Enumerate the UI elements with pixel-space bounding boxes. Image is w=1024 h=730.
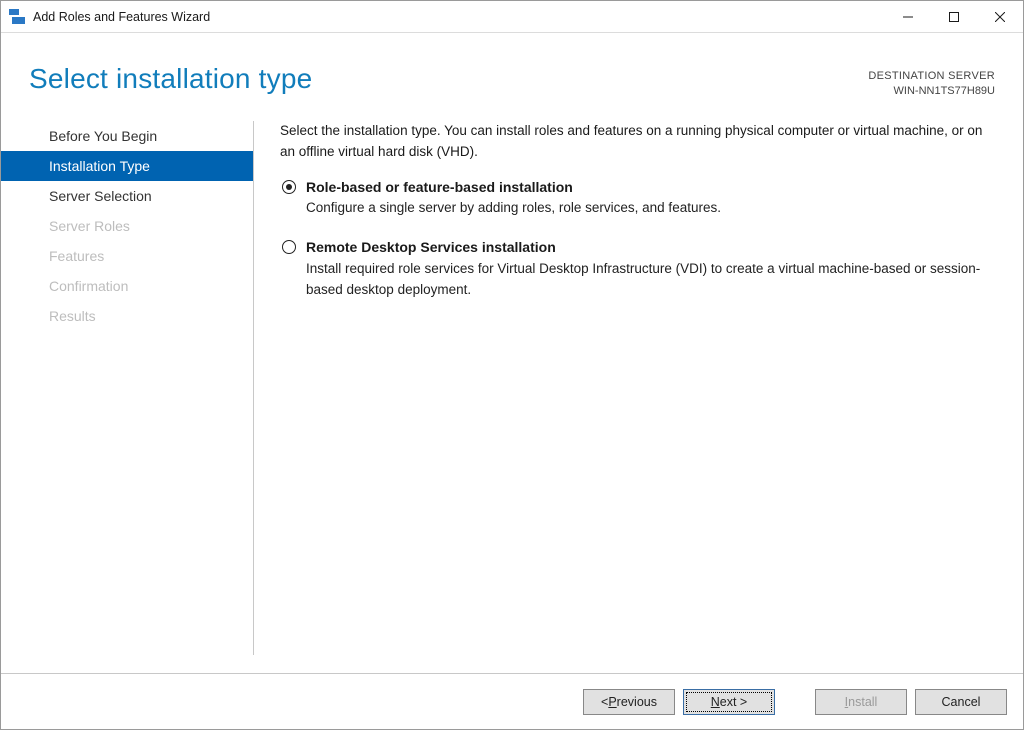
wizard-window: Add Roles and Features Wizard Select ins… <box>0 0 1024 730</box>
step-label: Installation Type <box>49 158 150 174</box>
option-desc: Configure a single server by adding role… <box>306 198 995 219</box>
cancel-button[interactable]: Cancel <box>915 689 1007 715</box>
maximize-button[interactable] <box>931 1 977 32</box>
option-body: Remote Desktop Services installation Ins… <box>306 237 995 301</box>
destination-label: DESTINATION SERVER <box>868 69 995 84</box>
option-remote-desktop[interactable]: Remote Desktop Services installation Ins… <box>280 237 995 301</box>
step-label: Before You Begin <box>49 128 157 144</box>
intro-text: Select the installation type. You can in… <box>280 121 995 163</box>
page-title: Select installation type <box>29 63 868 95</box>
step-server-selection[interactable]: Server Selection <box>1 181 253 211</box>
option-role-based[interactable]: Role-based or feature-based installation… <box>280 177 995 220</box>
close-button[interactable] <box>977 1 1023 32</box>
wizard-main-panel: Select the installation type. You can in… <box>254 111 1023 673</box>
install-button: Install <box>815 689 907 715</box>
option-title: Role-based or feature-based installation <box>306 177 995 199</box>
step-label: Server Roles <box>49 218 130 234</box>
step-label: Confirmation <box>49 278 128 294</box>
previous-button[interactable]: < Previous <box>583 689 675 715</box>
destination-info: DESTINATION SERVER WIN-NN1TS77H89U <box>868 63 995 99</box>
step-results: Results <box>1 301 253 331</box>
option-desc: Install required role services for Virtu… <box>306 259 995 301</box>
window-controls <box>885 1 1023 32</box>
step-label: Server Selection <box>49 188 152 204</box>
step-label: Features <box>49 248 104 264</box>
next-button[interactable]: Next > <box>683 689 775 715</box>
titlebar: Add Roles and Features Wizard <box>1 1 1023 33</box>
step-label: Results <box>49 308 96 324</box>
step-confirmation: Confirmation <box>1 271 253 301</box>
window-title: Add Roles and Features Wizard <box>33 10 210 24</box>
wizard-footer: < Previous Next > Install Cancel <box>1 673 1023 729</box>
option-body: Role-based or feature-based installation… <box>306 177 995 220</box>
step-features: Features <box>1 241 253 271</box>
wizard-steps-sidebar: Before You Begin Installation Type Serve… <box>1 111 253 673</box>
app-icon <box>9 9 25 25</box>
step-installation-type[interactable]: Installation Type <box>1 151 253 181</box>
radio-icon[interactable] <box>282 240 296 254</box>
destination-server: WIN-NN1TS77H89U <box>868 84 995 99</box>
wizard-body: Before You Begin Installation Type Serve… <box>1 111 1023 673</box>
wizard-header: Select installation type DESTINATION SER… <box>1 33 1023 111</box>
radio-icon[interactable] <box>282 180 296 194</box>
step-before-you-begin[interactable]: Before You Begin <box>1 121 253 151</box>
step-server-roles: Server Roles <box>1 211 253 241</box>
option-title: Remote Desktop Services installation <box>306 237 995 259</box>
minimize-button[interactable] <box>885 1 931 32</box>
